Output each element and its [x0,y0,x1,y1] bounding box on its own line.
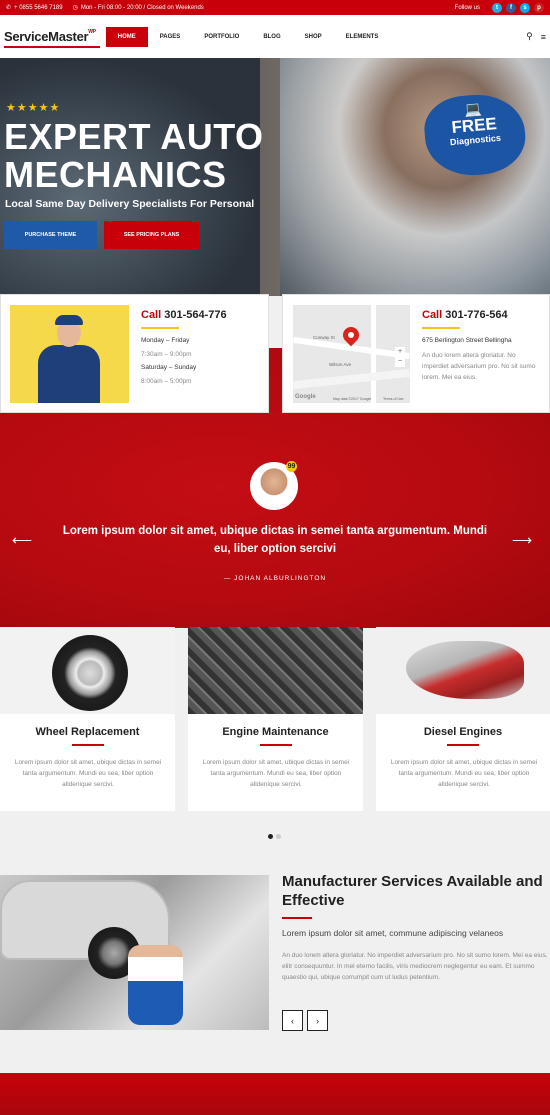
diesel-image [376,627,550,714]
carousel-dot[interactable] [268,834,273,839]
about-body: An duo lorem altera gloriatur. No imperd… [282,952,548,981]
about-subtitle: Lorem ipsum dolor sit amet, commune adip… [282,928,504,938]
nav-pages[interactable]: PAGES [148,27,193,47]
chevron-left-icon: ‹ [291,1015,294,1026]
location-map[interactable]: Conway St Wilson Ave Map data ©2017 Goog… [293,305,410,403]
service-card-wheel[interactable]: Wheel Replacement Lorem ipsum dolor sit … [0,627,175,811]
pinterest-icon[interactable]: p [534,2,544,13]
follow-label: Follow us [454,4,480,11]
weekday-hours: 7:30am – 9:00pm [141,351,192,358]
hero-mechanic-image [280,58,550,296]
nav-portfolio[interactable]: PORTFOLIO [192,27,251,47]
hero-title-line1: EXPERT AUTO [4,116,264,157]
about-title: Manufacturer Services Available and Effe… [282,873,543,909]
site-logo[interactable]: ServiceMasterWP [4,29,100,48]
about-underline [282,917,312,919]
call-phone-1[interactable]: 301-564-776 [164,309,226,321]
menu-icon[interactable]: ≡ [541,32,546,42]
weekday-label: Monday – Friday [141,337,190,344]
see-pricing-button[interactable]: SEE PRICING PLANS [104,221,199,249]
service-title: Engine Maintenance [222,726,329,738]
map-label: Conway St [313,335,335,340]
wheel-image [0,627,175,714]
call-heading-2: Call 301-776-564 [422,309,508,321]
twitter-icon[interactable]: t [492,2,502,13]
arrow-right-icon[interactable]: ⟶ [512,532,532,549]
nav-shop[interactable]: SHOP [293,27,334,47]
call-underline-2 [422,327,460,329]
location-desc: An duo lorem altera gloriatur. No imperd… [422,352,536,381]
top-bar: ✆ + 0855 5646 7189 ◷ Mon - Fri 08:00 - 20:… [0,0,550,15]
nav-elements[interactable]: ELEMENTS [334,27,391,47]
footer-band [0,1073,550,1115]
mechanic-body [38,345,100,403]
top-hours: Mon - Fri 08:00 - 20:00 / Closed on Week… [80,4,204,11]
engine-shape [188,627,363,714]
facebook-icon[interactable]: f [506,2,516,13]
skype-icon[interactable]: s [520,2,530,13]
map-attribution: Map data ©2017 Google [333,397,372,401]
service-title: Diesel Engines [423,726,503,738]
service-underline [72,744,104,746]
carousel-dot[interactable] [276,834,281,839]
map-zoom-controls[interactable]: + − [395,347,405,367]
logo-underline [4,46,100,48]
service-title: Wheel Replacement [35,726,140,738]
service-underline [447,744,479,746]
weekend-label: Saturday – Sunday [141,364,197,371]
tire-shape [52,635,128,711]
service-desc: Lorem ipsum dolor sit amet, ubique dicta… [390,759,538,788]
call-underline-1 [141,327,179,329]
nav-home[interactable]: HOME [105,26,148,47]
service-underline [260,744,292,746]
mechanic-photo [10,305,129,403]
logo-text: ServiceMaster [4,29,89,44]
map-road [371,305,376,403]
phone-icon: ✆ [6,5,12,11]
engine-image [188,627,363,714]
address-text: 675 Berlington Street Bellingha [422,337,512,344]
call-heading-1: Call 301-564-776 [141,309,227,321]
map-label: Wilson Ave [329,362,352,367]
phone-info: ✆ + 0855 5646 7189 [6,4,63,12]
call-phone-2[interactable]: 301-776-564 [445,309,507,321]
testimonial-author: — JOHAN ALBURLINGTON [223,575,327,582]
carousel-dots [268,834,281,839]
weekend-hours: 8:00am – 5:00pm [141,378,192,385]
service-card-engine[interactable]: Engine Maintenance Lorem ipsum dolor sit… [188,627,363,811]
next-button[interactable]: › [307,1010,328,1031]
purchase-theme-button[interactable]: PURCHASE THEME [4,221,97,249]
service-desc: Lorem ipsum dolor sit amet, ubique dicta… [202,759,350,788]
hero-subtitle: Local Same Day Delivery Specialists For … [5,198,255,210]
call-word-1: Call [141,309,162,321]
testimonial-quote: Lorem ipsum dolor sit amet, ubique dicta… [62,525,488,555]
chevron-right-icon: › [316,1015,319,1026]
worker-shape [128,945,183,1025]
clock-icon: ◷ [72,5,78,11]
nav-blog[interactable]: BLOG [251,27,292,47]
logo-sup: WP [88,29,96,35]
top-phone: + 0855 5646 7189 [14,4,63,11]
nav-icons: ⚲ ≡ [526,31,546,42]
hours-info: ◷ Mon - Fri 08:00 - 20:00 / Closed on Wee… [72,4,204,12]
main-nav: ServiceMasterWP HOME PAGES PORTFOLIO BLO… [0,15,550,58]
quote-badge: 99 [286,461,297,472]
search-icon[interactable]: ⚲ [526,31,533,42]
service-card-diesel[interactable]: Diesel Engines Lorem ipsum dolor sit ame… [376,627,550,811]
service-desc: Lorem ipsum dolor sit amet, ubique dicta… [14,759,162,788]
mechanic-wheel-photo [0,875,269,1030]
rating-stars: ★★★★★ [6,102,61,114]
map-road [293,368,410,390]
prev-button[interactable]: ‹ [282,1010,303,1031]
google-logo: Google [295,394,316,400]
taillight-shape [406,641,524,699]
mechanic-cap [55,315,83,325]
map-terms[interactable]: Terms of Use [383,397,404,401]
call-word-2: Call [422,309,443,321]
hero-title-line2: MECHANICS [4,154,227,195]
arrow-left-icon[interactable]: ⟵ [12,532,32,549]
